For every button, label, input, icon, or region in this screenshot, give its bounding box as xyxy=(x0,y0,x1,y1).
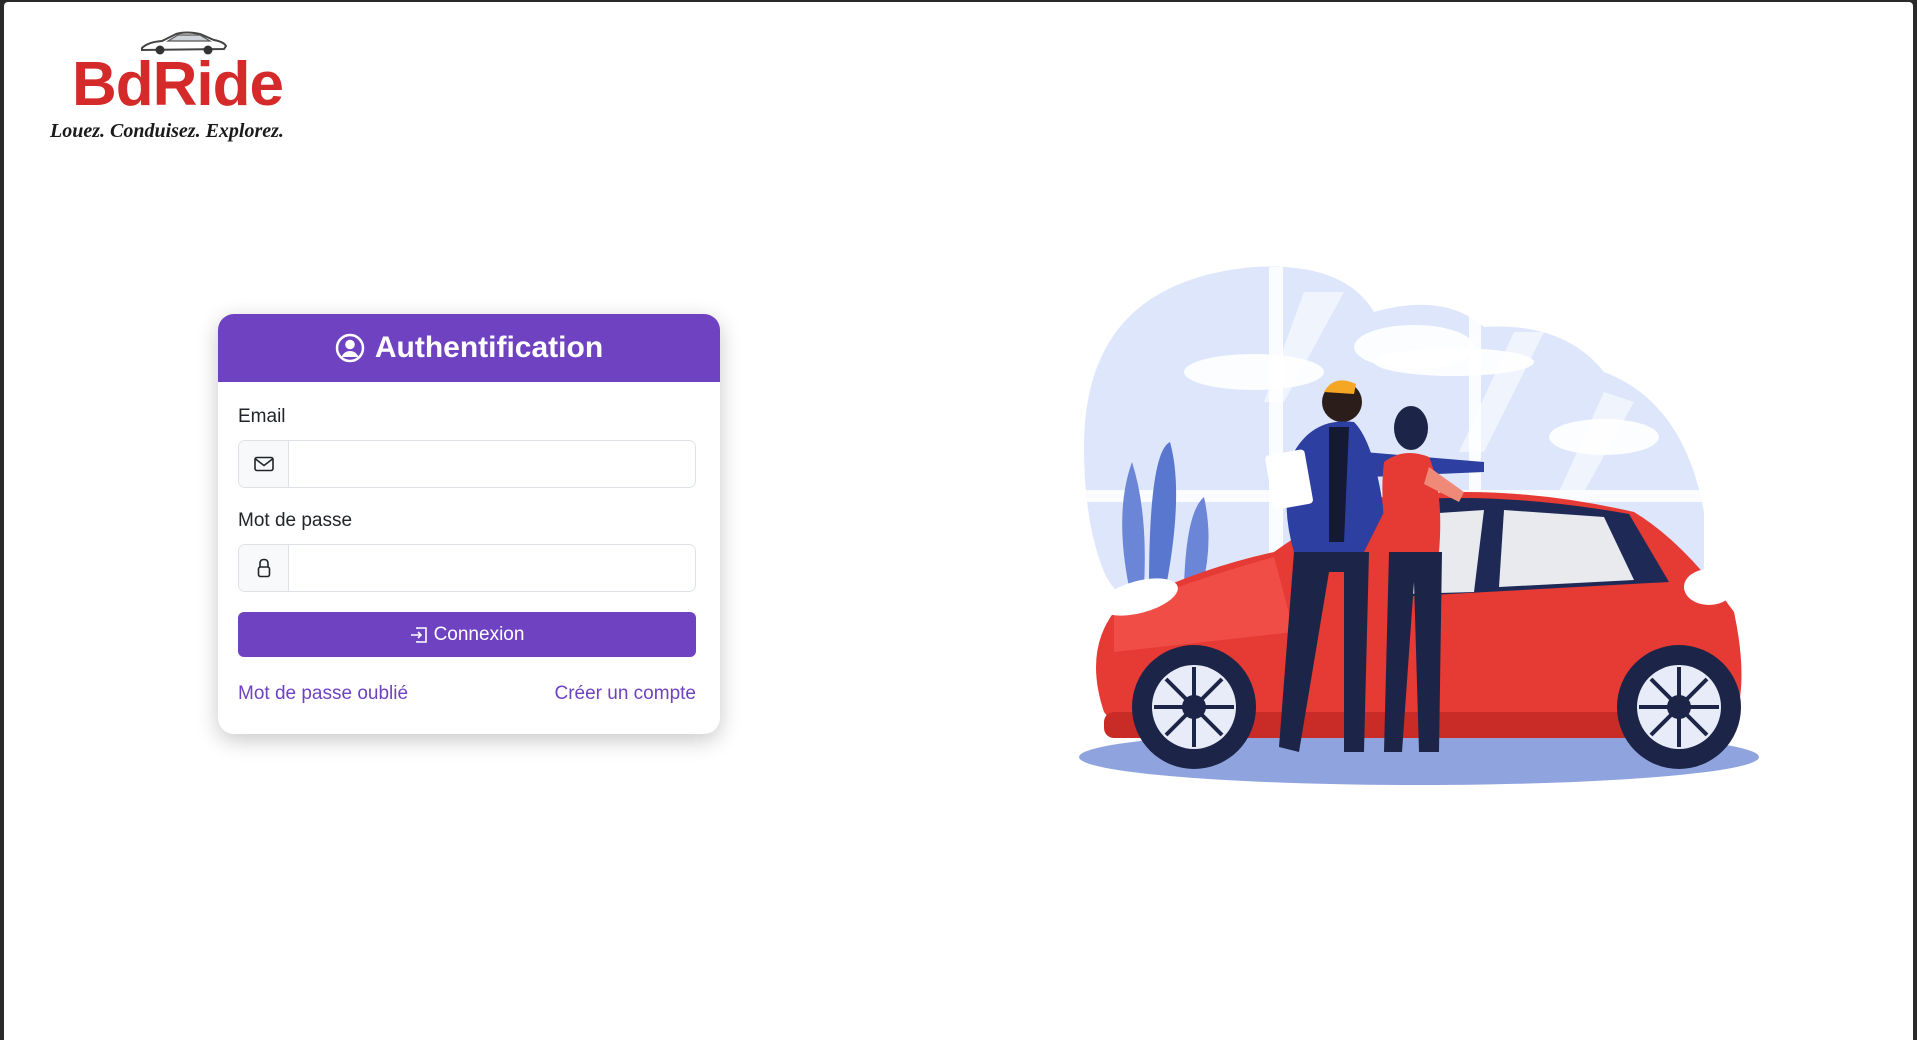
password-label: Mot de passe xyxy=(238,510,353,531)
login-card: Authentification Email Mot de passe Conn… xyxy=(218,314,720,734)
card-header: Authentification xyxy=(218,314,720,382)
brand-name: BdRide xyxy=(72,50,284,119)
login-form: Email Mot de passe Connexion Mot de pass… xyxy=(218,382,720,705)
create-account-link[interactable]: Créer un compte xyxy=(554,683,696,705)
card-title: Authentification xyxy=(374,331,604,364)
card-links: Mot de passe oublié Créer un compte xyxy=(238,683,696,705)
email-label: Email xyxy=(238,406,286,427)
brand-tagline: Louez. Conduisez. Explorez. xyxy=(50,120,284,142)
forgot-password-link[interactable]: Mot de passe oublié xyxy=(238,683,408,705)
password-field[interactable] xyxy=(289,545,695,591)
lock-icon xyxy=(257,558,270,578)
password-addon xyxy=(239,545,289,591)
car-showroom-illustration xyxy=(1079,266,1759,785)
email-addon xyxy=(239,441,289,487)
envelope-icon xyxy=(253,456,274,472)
email-field[interactable] xyxy=(289,441,695,487)
password-input-group xyxy=(238,544,696,592)
page-frame: BdRide Louez. Conduisez. Explorez. Authe… xyxy=(4,2,1913,1040)
user-circle-icon xyxy=(335,333,365,363)
email-input-group xyxy=(238,440,696,488)
brand-logo[interactable]: BdRide Louez. Conduisez. Explorez. xyxy=(50,26,330,146)
login-button[interactable]: Connexion xyxy=(238,612,696,657)
box-arrow-in-right-icon xyxy=(410,626,427,643)
login-button-label: Connexion xyxy=(433,623,525,645)
